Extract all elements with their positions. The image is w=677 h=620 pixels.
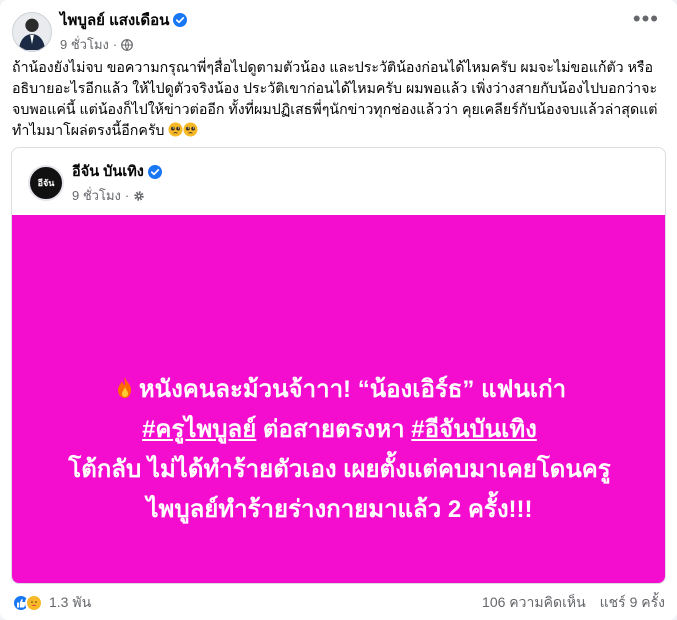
separator-dot: · [124, 188, 130, 203]
pleading-face-emoji-icon [168, 122, 183, 137]
share-count[interactable]: แชร์ 9 ครั้ง [600, 592, 665, 614]
pleading-face-emoji-icon [183, 122, 198, 137]
settings-gear-icon[interactable] [133, 190, 145, 202]
separator-dot: · [112, 37, 118, 52]
shared-page-name[interactable]: อีจัน บันเทิง [72, 160, 144, 183]
shared-post-timestamp[interactable]: 9 ชั่วโมง [72, 185, 121, 206]
reaction-count[interactable]: 1.3 พัน [49, 592, 91, 614]
page-logo-text: อีจัน [37, 177, 55, 188]
hashtag-link[interactable]: #อีจันบันเทิง [411, 416, 537, 443]
comment-count[interactable]: 106 ความคิดเห็น [482, 592, 586, 614]
public-globe-icon[interactable] [121, 38, 134, 51]
post-header: ไพบูลย์ แสงเดือน 9 ชั่วโมง · [12, 8, 188, 55]
post-text-content: ถ้าน้องยังไม่จบ ขอความกรุณาพี่ๆสื่อไปดูต… [12, 60, 658, 139]
post-timestamp[interactable]: 9 ชั่วโมง [60, 34, 109, 55]
verified-badge-icon [173, 13, 188, 27]
post-text: ถ้าน้องยังไม่จบ ขอความกรุณาพี่ๆสื่อไปดูต… [12, 58, 664, 142]
headline-part-3: โต้กลับ ไม่ได้ทำร้ายตัวเอง เผยตั้งแต่คบม… [68, 456, 611, 523]
more-options-button[interactable]: ••• [633, 8, 659, 30]
verified-badge-icon [147, 164, 162, 179]
headline-part-2: ต่อสายตรงหา [256, 416, 412, 443]
page-logo[interactable]: อีจัน [28, 165, 64, 201]
fire-emoji-icon [117, 377, 131, 398]
reactions-summary[interactable]: 1.3 พัน [12, 592, 91, 614]
person-icon [13, 12, 51, 50]
author-name[interactable]: ไพบูลย์ แสงเดือน [60, 8, 169, 32]
facebook-post: ไพบูลย์ แสงเดือน 9 ชั่วโมง · ••• ถ้าน้อง… [0, 0, 677, 620]
headline-part-1: หนังคนละม้วนจ้าาา! “น้องเอิร์ธ” แฟนเก่า [138, 376, 567, 403]
author-avatar[interactable] [12, 11, 52, 52]
post-meta: ไพบูลย์ แสงเดือน 9 ชั่วโมง · [60, 8, 188, 55]
shared-headline: หนังคนละม้วนจ้าาา! “น้องเอิร์ธ” แฟนเก่า … [12, 370, 665, 530]
shared-post-card[interactable]: อีจัน อีจัน บันเทิง 9 ชั่วโมง · หนังคนละ… [11, 147, 666, 584]
hashtag-link[interactable]: #ครูไพบูลย์ [142, 416, 256, 443]
shared-image-background[interactable]: หนังคนละม้วนจ้าาา! “น้องเอิร์ธ” แฟนเก่า … [12, 215, 665, 583]
shared-post-header: อีจัน อีจัน บันเทิง 9 ชั่วโมง · [28, 160, 162, 206]
post-footer: 1.3 พัน 106 ความคิดเห็น แชร์ 9 ครั้ง [12, 592, 665, 614]
care-reaction-icon [25, 594, 43, 612]
